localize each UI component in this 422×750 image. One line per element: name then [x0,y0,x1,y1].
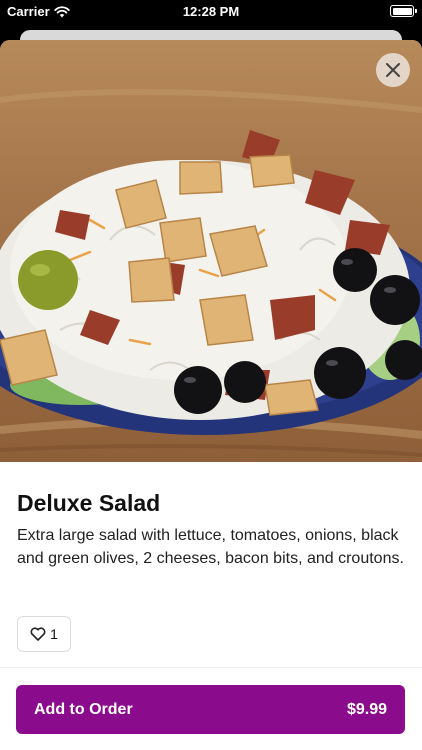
item-title: Deluxe Salad [17,490,161,516]
close-icon [386,63,400,77]
item-description: Extra large salad with lettuce, tomatoes… [17,527,404,567]
add-to-order-label: Add to Order [34,700,133,718]
status-bar: Carrier 12:28 PM [0,0,422,26]
order-price: $9.99 [346,700,387,718]
divider [0,667,422,668]
item-detail-sheet: Deluxe Salad Extra large salad with lett… [0,40,422,750]
add-to-order-button[interactable]: Add to Order $9.99 [16,685,405,734]
item-photo [0,40,422,462]
clock: 12:28 PM [182,4,240,19]
battery-icon [390,5,417,17]
close-button[interactable] [376,53,410,87]
like-count: 1 [50,626,58,642]
heart-icon [30,627,46,641]
salad-illustration [0,89,422,457]
like-button[interactable]: 1 [17,616,71,652]
